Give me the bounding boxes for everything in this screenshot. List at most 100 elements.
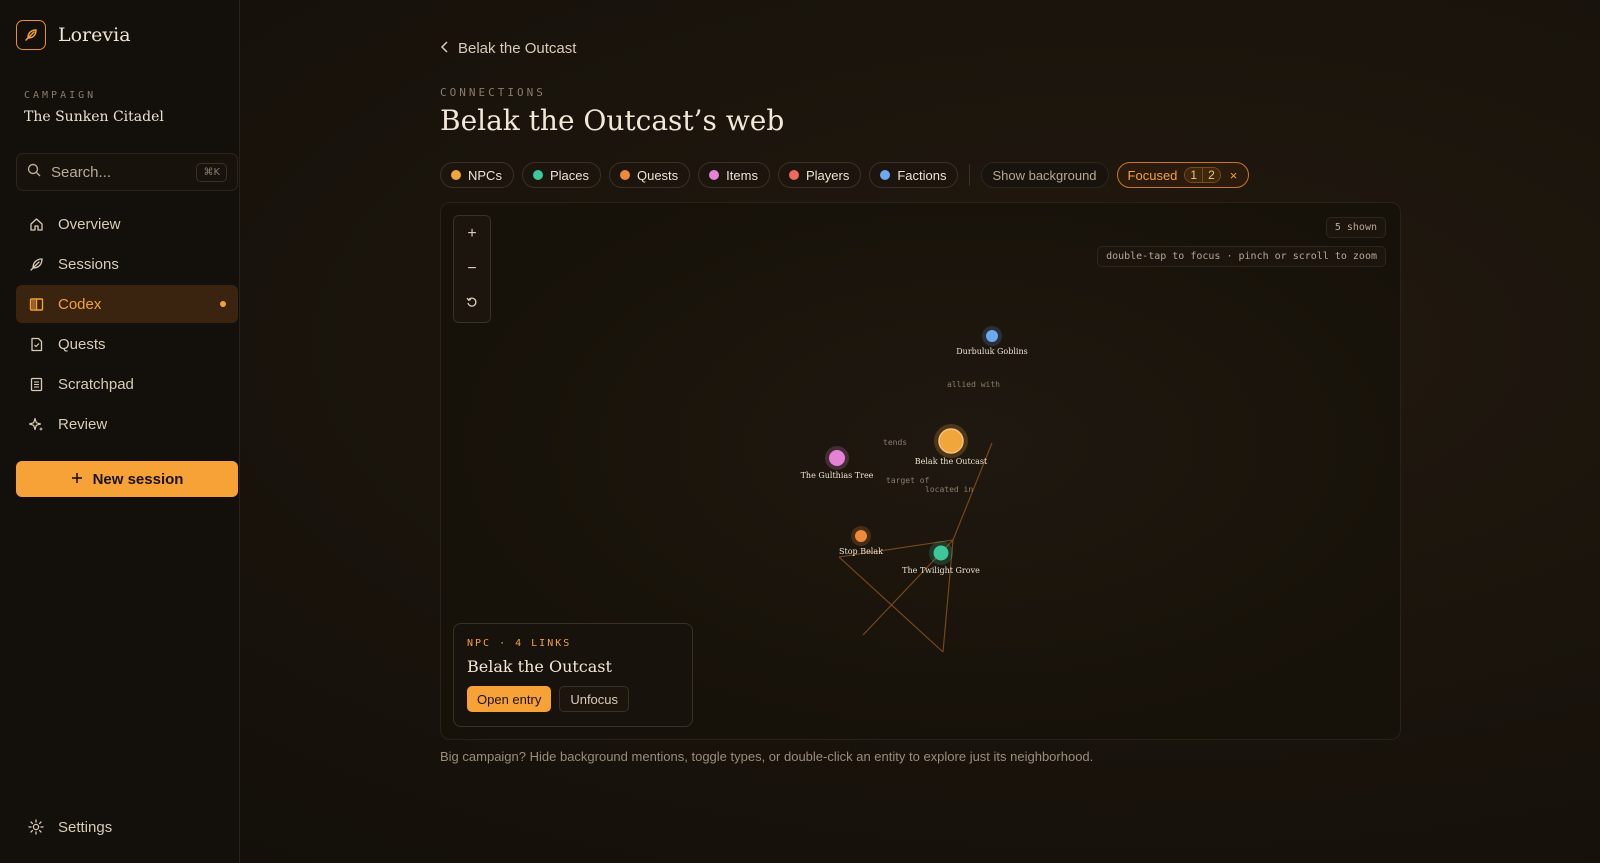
close-icon[interactable]: × [1230,168,1238,183]
sidebar-item-review[interactable]: Review [16,405,238,443]
home-icon [28,216,44,232]
page-title: Belak the Outcast’s web [440,104,785,137]
node-dot[interactable] [829,450,845,466]
player-color-dot [788,170,799,180]
filter-chip-label: NPCs [468,167,502,183]
sidebar-item-quests[interactable]: Quests [16,325,238,363]
sparkle-icon [28,416,44,432]
node-dot[interactable] [986,330,998,342]
feather-icon [28,256,44,272]
faction-color-dot [880,170,891,180]
new-session-label: New session [92,470,184,488]
zoom-out-button[interactable]: − [454,251,490,286]
plus-icon [71,471,83,488]
sidebar-item-overview[interactable]: Overview [16,205,238,243]
filter-chip-quests[interactable]: Quests [608,162,691,188]
node-label: Stop Belak [839,547,883,556]
scroll-icon [28,336,44,352]
open-entry-button[interactable]: Open entry [467,686,552,712]
node-dot[interactable] [938,428,964,454]
feather-logo-icon [16,20,46,50]
depth-selector: 1 2 [1184,167,1221,183]
node-label: The Twilight Grove [902,566,980,575]
edge-label: located in [925,485,973,494]
zoom-controls: + − [453,215,491,323]
sidebar-item-label: Scratchpad [58,375,134,393]
edge-label: target of [886,476,930,485]
depth-1-button[interactable]: 1 [1185,168,1203,182]
show-background-label: Show background [992,167,1097,183]
zoom-in-button[interactable]: + [454,216,490,251]
node-dot[interactable] [855,530,867,542]
notebook-icon [28,376,44,392]
sidebar-item-label: Settings [58,818,113,836]
place-color-dot [532,170,543,180]
brand[interactable]: Lorevia [16,20,131,50]
sidebar-item-sessions[interactable]: Sessions [16,245,238,283]
gear-icon [28,819,44,835]
search-shortcut: ⌘K [196,162,227,182]
graph-hint: double-tap to focus · pinch or scroll to… [1097,246,1386,267]
edge-label: allied with [947,380,1000,389]
sidebar-item-label: Overview [58,215,121,233]
npc-color-dot [451,170,461,180]
section-label: CONNECTIONS [440,86,546,99]
back-link[interactable]: Belak the Outcast [440,40,576,57]
sidebar-item-scratchpad[interactable]: Scratchpad [16,365,238,403]
unfocus-button[interactable]: Unfocus [559,686,630,712]
selection-title: Belak the Outcast [467,657,612,676]
graph-node-gulthias-tree[interactable]: The Gulthias Tree [801,446,874,480]
item-color-dot [709,170,720,180]
graph-node-stop-belak[interactable]: Stop Belak [839,526,883,556]
filter-chip-label: Factions [897,167,947,183]
search-input[interactable] [49,162,197,182]
graph-panel[interactable]: allied with tends target of located in D… [440,202,1401,740]
graph-node-durbuluk-goblins[interactable]: Durbuluk Goblins [956,326,1028,356]
sidebar: Lorevia CAMPAIGN The Sunken Citadel ⌘K O… [0,0,240,863]
reset-view-button[interactable] [454,287,490,322]
campaign-name[interactable]: The Sunken Citadel [24,109,164,125]
sidebar-item-label: Quests [58,335,106,353]
filter-chip-label: Players [805,167,850,183]
app-name: Lorevia [58,24,131,46]
filter-chip-factions[interactable]: Factions [869,162,959,188]
selection-card: NPC · 4 LINKS Belak the Outcast Open ent… [453,623,693,727]
new-session-button[interactable]: New session [16,461,238,497]
shown-count-badge: 5 shown [1325,217,1386,238]
filter-divider [969,164,971,186]
quest-color-dot [619,170,630,180]
search-box[interactable]: ⌘K [16,153,238,191]
selection-meta: NPC · 4 LINKS [467,638,572,649]
focused-label: Focused [1127,167,1178,183]
back-link-label: Belak the Outcast [458,40,577,57]
depth-2-button[interactable]: 2 [1202,168,1220,182]
graph-footnote: Big campaign? Hide background mentions, … [440,749,1094,764]
campaign-label: CAMPAIGN [24,90,97,101]
filter-chip-label: Quests [636,167,679,183]
search-icon [27,163,41,182]
sidebar-item-label: Review [58,415,108,433]
node-label: Durbuluk Goblins [956,347,1027,356]
graph-node-belak-the-outcast[interactable]: Belak the Outcast [915,424,988,466]
node-label: Belak the Outcast [915,457,988,466]
reset-icon [466,295,478,313]
filter-chip-npcs[interactable]: NPCs [440,162,514,188]
node-dot[interactable] [933,545,949,561]
sidebar-item-codex[interactable]: Codex [16,285,238,323]
sidebar-nav: Overview Sessions Codex Quests Scratchpa… [16,205,238,445]
sidebar-item-label: Codex [58,295,102,313]
show-background-toggle[interactable]: Show background [981,162,1109,188]
chevron-left-icon [440,40,450,57]
filter-chip-places[interactable]: Places [521,162,601,188]
book-icon [28,296,44,312]
node-label: The Gulthias Tree [801,471,874,480]
edge-label: tends [883,438,907,447]
active-indicator-dot [220,301,226,307]
filter-chip-label: Places [549,167,589,183]
sidebar-item-label: Sessions [58,255,119,273]
filter-chip-label: Items [726,167,758,183]
filter-chip-players[interactable]: Players [777,162,862,188]
filter-chip-items[interactable]: Items [698,162,770,188]
focused-chip[interactable]: Focused 1 2 × [1116,162,1250,188]
sidebar-item-settings[interactable]: Settings [16,808,238,846]
